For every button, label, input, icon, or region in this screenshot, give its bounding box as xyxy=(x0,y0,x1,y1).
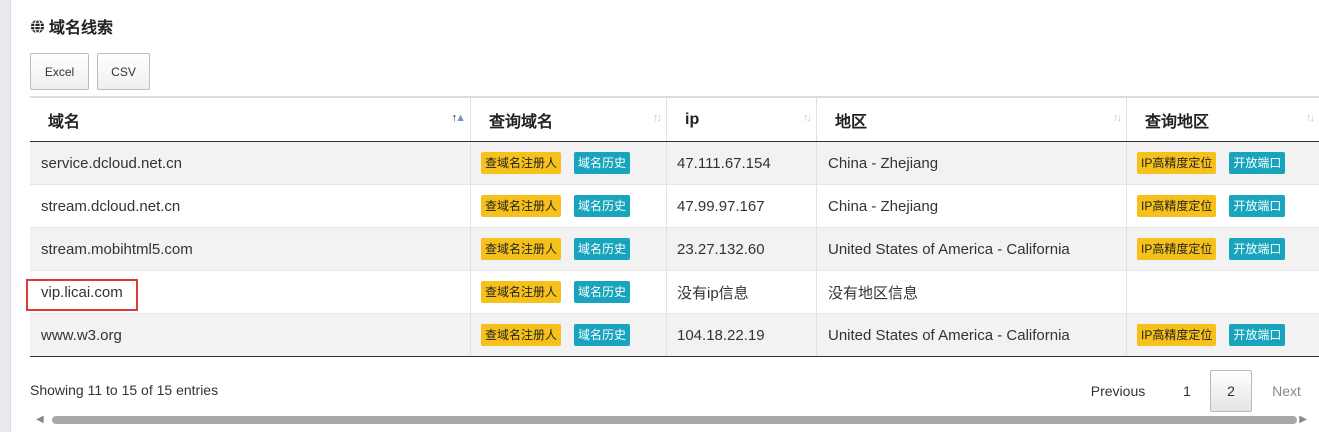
registrant-lookup-button[interactable]: 查域名注册人 xyxy=(481,195,562,217)
query-region-cell xyxy=(1126,271,1319,313)
query-region-cell: IP高精度定位 开放端口 xyxy=(1126,185,1319,227)
region-cell: China - Zhejiang xyxy=(816,142,1126,184)
query-domain-cell: 查域名注册人 域名历史 xyxy=(470,228,666,270)
registrant-lookup-button[interactable]: 查域名注册人 xyxy=(481,281,562,303)
query-domain-cell: 查域名注册人 域名历史 xyxy=(470,142,666,184)
region-cell: 没有地区信息 xyxy=(816,271,1126,313)
sort-arrows-icon[interactable]: ↑↓ xyxy=(1113,112,1122,124)
table-row: stream.dcloud.net.cn 查域名注册人 域名历史 47.99.9… xyxy=(30,185,1319,228)
entries-info: Showing 11 to 15 of 15 entries xyxy=(30,382,219,398)
open-ports-button[interactable]: 开放端口 xyxy=(1229,324,1286,346)
ip-cell: 104.18.22.19 xyxy=(666,314,816,356)
domain-history-button[interactable]: 域名历史 xyxy=(574,238,631,260)
left-border xyxy=(0,0,11,432)
pagination-page-1[interactable]: 1 xyxy=(1170,370,1204,412)
column-header-query-region[interactable]: 查询地区 ↑↓ xyxy=(1126,98,1319,141)
domain-history-button[interactable]: 域名历史 xyxy=(574,195,631,217)
query-region-cell: IP高精度定位 开放端口 xyxy=(1126,314,1319,356)
domain-cell: www.w3.org xyxy=(41,326,122,344)
query-domain-cell: 查域名注册人 域名历史 xyxy=(470,271,666,313)
table-header: 域名 ↑▲ 查询域名 ↑↓ ip ↑↓ 地区 ↑↓ 查询地区 ↑↓ xyxy=(30,96,1319,142)
scroll-right-arrow-icon[interactable]: ▶ xyxy=(1299,414,1307,425)
scrollbar-thumb[interactable] xyxy=(52,416,1297,424)
scroll-left-arrow-icon[interactable]: ◀ xyxy=(36,414,44,425)
globe-icon xyxy=(30,18,45,34)
domain-cell: stream.mobihtml5.com xyxy=(41,240,193,258)
query-domain-cell: 查域名注册人 域名历史 xyxy=(470,314,666,356)
table-row: vip.licai.com 查域名注册人 域名历史 没有ip信息 没有地区信息 xyxy=(30,271,1319,314)
sort-arrows-icon[interactable]: ↑↓ xyxy=(803,112,812,124)
ip-geolocation-button[interactable]: IP高精度定位 xyxy=(1137,195,1217,217)
export-csv-button[interactable]: CSV xyxy=(97,53,150,90)
registrant-lookup-button[interactable]: 查域名注册人 xyxy=(481,152,562,174)
highlight-box xyxy=(26,279,138,311)
registrant-lookup-button[interactable]: 查域名注册人 xyxy=(481,324,562,346)
table-row: www.w3.org 查域名注册人 域名历史 104.18.22.19 Unit… xyxy=(30,314,1319,357)
query-region-cell: IP高精度定位 开放端口 xyxy=(1126,142,1319,184)
pagination-page-2-current[interactable]: 2 xyxy=(1210,370,1252,412)
ip-cell: 47.111.67.154 xyxy=(666,142,816,184)
ip-cell: 没有ip信息 xyxy=(666,271,816,313)
section-title: 域名线索 xyxy=(30,14,113,38)
column-header-query-domain[interactable]: 查询域名 ↑↓ xyxy=(470,98,666,141)
ip-geolocation-button[interactable]: IP高精度定位 xyxy=(1137,324,1217,346)
ip-geolocation-button[interactable]: IP高精度定位 xyxy=(1137,152,1217,174)
export-excel-button[interactable]: Excel xyxy=(30,53,89,90)
horizontal-scrollbar[interactable]: ◀ ▶ xyxy=(30,413,1319,427)
query-region-cell: IP高精度定位 开放端口 xyxy=(1126,228,1319,270)
table-row: stream.mobihtml5.com 查域名注册人 域名历史 23.27.1… xyxy=(30,228,1319,271)
pagination-previous[interactable]: Previous xyxy=(1082,370,1154,412)
section-title-text: 域名线索 xyxy=(49,20,114,37)
ip-cell: 47.99.97.167 xyxy=(666,185,816,227)
pagination-next[interactable]: Next xyxy=(1264,370,1309,412)
ip-cell: 23.27.132.60 xyxy=(666,228,816,270)
sort-arrows-icon[interactable]: ↑↓ xyxy=(653,112,662,124)
column-header-region[interactable]: 地区 ↑↓ xyxy=(816,98,1126,141)
column-header-domain[interactable]: 域名 ↑▲ xyxy=(30,98,470,141)
domain-cell: service.dcloud.net.cn xyxy=(41,154,182,172)
domain-history-button[interactable]: 域名历史 xyxy=(574,152,631,174)
open-ports-button[interactable]: 开放端口 xyxy=(1229,152,1286,174)
registrant-lookup-button[interactable]: 查域名注册人 xyxy=(481,238,562,260)
domain-table: 域名 ↑▲ 查询域名 ↑↓ ip ↑↓ 地区 ↑↓ 查询地区 ↑↓ servic… xyxy=(30,96,1319,357)
table-row: service.dcloud.net.cn 查域名注册人 域名历史 47.111… xyxy=(30,142,1319,185)
open-ports-button[interactable]: 开放端口 xyxy=(1229,195,1286,217)
column-header-ip[interactable]: ip ↑↓ xyxy=(666,98,816,141)
query-domain-cell: 查域名注册人 域名历史 xyxy=(470,185,666,227)
sort-arrows-icon[interactable]: ↑↓ xyxy=(1306,112,1315,124)
domain-history-button[interactable]: 域名历史 xyxy=(574,281,631,303)
region-cell: China - Zhejiang xyxy=(816,185,1126,227)
sort-arrows-icon[interactable]: ↑▲ xyxy=(452,112,466,124)
domain-cell: stream.dcloud.net.cn xyxy=(41,197,181,215)
ip-geolocation-button[interactable]: IP高精度定位 xyxy=(1137,238,1217,260)
open-ports-button[interactable]: 开放端口 xyxy=(1229,238,1286,260)
region-cell: United States of America - California xyxy=(816,314,1126,356)
region-cell: United States of America - California xyxy=(816,228,1126,270)
domain-history-button[interactable]: 域名历史 xyxy=(574,324,631,346)
